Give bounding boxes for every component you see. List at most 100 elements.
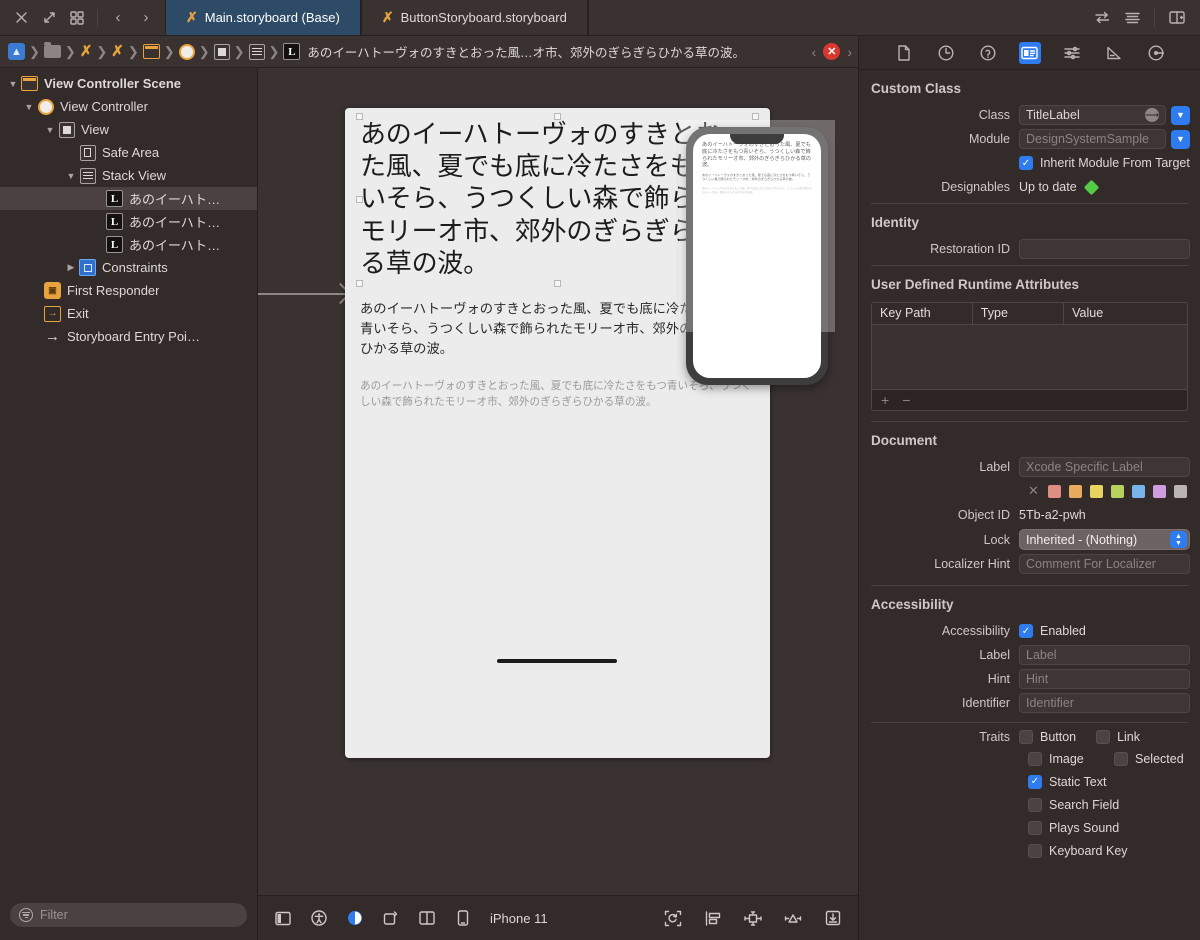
outline-row-stack-view[interactable]: ▼ Stack View xyxy=(0,164,257,187)
trait-plays-sound-checkbox[interactable] xyxy=(1028,820,1042,835)
class-input[interactable]: TitleLabel ⟶ xyxy=(1019,105,1166,125)
device-icon[interactable] xyxy=(452,907,474,929)
disclosure-triangle-icon[interactable]: ▼ xyxy=(22,102,36,112)
accessibility-enabled-checkbox[interactable]: ✓ xyxy=(1019,624,1033,638)
history-inspector-icon[interactable] xyxy=(935,42,957,64)
outline-row-label-1[interactable]: L あのイーハト… xyxy=(0,187,257,210)
disclosure-triangle-icon[interactable]: ▼ xyxy=(64,171,78,181)
trait-keyboard-key-checkbox[interactable] xyxy=(1028,843,1042,858)
resize-handle[interactable] xyxy=(752,113,759,120)
inherit-module-checkbox[interactable]: ✓ xyxy=(1019,156,1033,170)
document-label-input[interactable]: Xcode Specific Label xyxy=(1019,457,1190,477)
jump-segment-storyboard-base[interactable]: ✗ xyxy=(111,44,124,59)
related-items-icon[interactable] xyxy=(1089,5,1115,31)
navigate-forward-button[interactable]: › xyxy=(133,5,159,31)
previous-issue-button[interactable]: ‹ xyxy=(812,44,817,60)
outline-row-label-3[interactable]: L あのイーハト… xyxy=(0,233,257,256)
error-badge[interactable]: ✕ xyxy=(823,43,841,60)
jump-segment-project[interactable]: ▲ xyxy=(8,43,25,60)
add-attribute-button[interactable]: + xyxy=(881,392,889,408)
attributes-inspector-icon[interactable] xyxy=(1061,42,1083,64)
outline-row-safe-area[interactable]: Safe Area xyxy=(0,141,257,164)
grid-icon[interactable] xyxy=(64,5,90,31)
jump-to-definition-icon[interactable]: ⟶ xyxy=(1145,108,1159,122)
outline-row-view-controller[interactable]: ▼ View Controller xyxy=(0,95,257,118)
outline-row-label-2[interactable]: L あのイーハト… xyxy=(0,210,257,233)
outline-row-first-responder[interactable]: ▣ First Responder xyxy=(0,279,257,302)
size-inspector-icon[interactable] xyxy=(1103,42,1125,64)
outline-row-view[interactable]: ▼ View xyxy=(0,118,257,141)
tab-button-storyboard[interactable]: ✗ ButtonStoryboard.storyboard xyxy=(360,0,588,35)
navigate-back-button[interactable]: ‹ xyxy=(105,5,131,31)
connections-inspector-icon[interactable] xyxy=(1145,42,1167,64)
accessibility-hint-input[interactable]: Hint xyxy=(1019,669,1190,689)
trait-selected-checkbox[interactable] xyxy=(1114,751,1128,766)
color-swatch-red[interactable] xyxy=(1047,484,1061,498)
tab-main-storyboard[interactable]: ✗ Main.storyboard (Base) xyxy=(165,0,361,35)
add-constraints-icon[interactable] xyxy=(782,907,804,929)
outline-row-storyboard-entry-point[interactable]: → Storyboard Entry Poi… xyxy=(0,325,257,348)
trait-link-checkbox[interactable] xyxy=(1096,730,1111,744)
color-swatch-gray[interactable] xyxy=(1173,484,1187,498)
color-swatch-yellow[interactable] xyxy=(1089,484,1103,498)
jump-segment-stack-view[interactable] xyxy=(248,43,265,60)
caption-label[interactable]: あのイーハトーヴォのすきとおった風、夏でも底に冷たさをもつ青いそら、うつくしい森… xyxy=(360,378,755,411)
resize-handle[interactable] xyxy=(356,280,363,288)
split-view-icon[interactable] xyxy=(416,907,438,929)
identity-inspector-icon[interactable] xyxy=(1018,41,1041,64)
lock-stepper-icon[interactable]: ▲ ▼ xyxy=(1170,531,1187,548)
update-frames-icon[interactable] xyxy=(662,907,684,929)
jump-segment-view[interactable] xyxy=(213,43,230,60)
show-hide-document-outline-icon[interactable] xyxy=(272,907,294,929)
color-swatch-purple[interactable] xyxy=(1152,484,1166,498)
quick-help-icon[interactable] xyxy=(977,42,999,64)
next-issue-button[interactable]: › xyxy=(847,44,852,60)
lock-select[interactable]: Inherited - (Nothing) ▲ ▼ xyxy=(1019,529,1190,550)
jump-segment-storyboard[interactable]: ✗ xyxy=(80,44,93,59)
clear-color-button[interactable]: ✕ xyxy=(1028,483,1039,499)
remove-attribute-button[interactable]: − xyxy=(902,392,910,408)
close-icon[interactable] xyxy=(8,5,34,31)
restoration-id-input[interactable] xyxy=(1019,239,1190,259)
accessibility-identifier-input[interactable]: Identifier xyxy=(1019,693,1190,713)
color-swatch-orange[interactable] xyxy=(1068,484,1082,498)
module-dropdown-button[interactable]: ▼ xyxy=(1171,129,1190,149)
align-icon[interactable] xyxy=(742,907,764,929)
resolve-auto-layout-issues-icon[interactable] xyxy=(822,907,844,929)
resize-handle[interactable] xyxy=(553,280,561,288)
trait-image-checkbox[interactable] xyxy=(1028,751,1042,766)
localizer-hint-input[interactable]: Comment For Localizer xyxy=(1019,554,1190,574)
outline-row-constraints[interactable]: ▶ Constraints xyxy=(0,256,257,279)
color-swatch-blue[interactable] xyxy=(1131,484,1145,498)
class-dropdown-button[interactable]: ▼ xyxy=(1171,105,1190,125)
color-swatch-green[interactable] xyxy=(1110,484,1124,498)
outline-row-view-controller-scene[interactable]: ▼ View Controller Scene xyxy=(0,72,257,95)
disclosure-triangle-icon[interactable]: ▼ xyxy=(43,125,57,135)
device-preview[interactable]: あのイーハトーヴォのすきとおった風、夏でも底に冷たさをもつ青いそら、うつくしい森… xyxy=(679,120,835,385)
embed-in-icon[interactable] xyxy=(702,907,724,929)
assistant-editor-icon[interactable] xyxy=(1164,5,1190,31)
trait-static-text-checkbox[interactable]: ✓ xyxy=(1028,774,1042,789)
file-inspector-icon[interactable] xyxy=(893,42,915,64)
column-header-key-path[interactable]: Key Path xyxy=(872,303,973,324)
jump-segment-scene[interactable] xyxy=(142,44,160,59)
disclosure-triangle-icon[interactable]: ▶ xyxy=(64,262,78,273)
resize-handle[interactable] xyxy=(356,113,363,120)
expand-icon[interactable] xyxy=(36,5,62,31)
jump-segment-view-controller[interactable] xyxy=(178,43,195,60)
trait-search-field-checkbox[interactable] xyxy=(1028,797,1042,812)
trait-button-checkbox[interactable] xyxy=(1019,730,1033,744)
column-header-type[interactable]: Type xyxy=(973,303,1065,324)
disclosure-triangle-icon[interactable]: ▼ xyxy=(6,79,20,89)
orientation-icon[interactable] xyxy=(380,907,402,929)
appearance-icon[interactable] xyxy=(344,907,366,929)
filter-input[interactable]: Filter xyxy=(10,903,247,927)
outline-row-exit[interactable]: → Exit xyxy=(0,302,257,325)
resize-handle[interactable] xyxy=(553,113,561,120)
resize-handle[interactable] xyxy=(356,196,363,204)
accessibility-inspector-icon[interactable] xyxy=(308,907,330,929)
accessibility-label-input[interactable]: Label xyxy=(1019,645,1190,665)
canvas[interactable]: あのイーハトーヴォのすきとおった風、夏でも底に冷たさをもつ青いそら、うつくしい森… xyxy=(258,68,858,895)
jump-segment-label[interactable]: L xyxy=(283,43,301,60)
runtime-attributes-empty-body[interactable] xyxy=(872,325,1187,389)
